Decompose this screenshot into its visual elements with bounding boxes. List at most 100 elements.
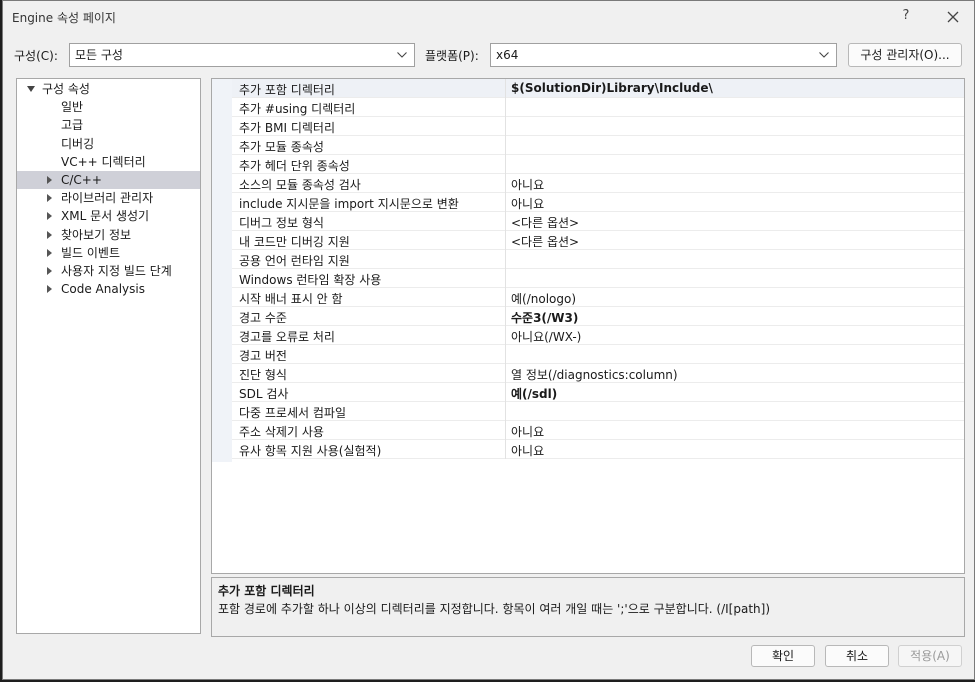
tree-item-라이브러리-관리자[interactable]: 라이브러리 관리자 — [17, 189, 200, 207]
tree-item-빌드-이벤트[interactable]: 빌드 이벤트 — [17, 244, 200, 262]
tree-item-xml-문서-생성기[interactable]: XML 문서 생성기 — [17, 207, 200, 225]
property-value[interactable]: <다른 옵션> — [511, 214, 579, 231]
property-name: 추가 BMI 디렉터리 — [239, 121, 335, 135]
ok-button[interactable]: 확인 — [751, 645, 815, 667]
property-row[interactable]: 주소 삭제기 사용 아니요 — [232, 421, 964, 440]
property-value[interactable]: 아니요 — [511, 195, 544, 212]
collapsed-arrow-icon[interactable] — [47, 212, 52, 221]
property-row[interactable]: 추가 모듈 종속성 — [232, 136, 964, 155]
property-row[interactable]: Windows 런타임 확장 사용 — [232, 269, 964, 288]
property-row[interactable]: 추가 포함 디렉터리 $(SolutionDir)Library\Include\ — [232, 79, 964, 98]
property-name: 경고 수준 — [239, 311, 287, 325]
property-value[interactable]: 예(/nologo) — [511, 290, 576, 307]
property-value[interactable]: 아니요(/WX-) — [511, 328, 581, 345]
column-divider — [505, 421, 506, 440]
column-divider — [505, 231, 506, 250]
property-value[interactable]: 예(/sdl) — [511, 385, 557, 402]
tree-item-구성-속성[interactable]: 구성 속성 — [17, 80, 200, 98]
property-row[interactable]: SDL 검사 예(/sdl) — [232, 383, 964, 402]
property-name: Windows 런타임 확장 사용 — [239, 273, 382, 287]
platform-dropdown[interactable]: x64 — [490, 43, 837, 67]
tree-item-일반[interactable]: 일반 — [17, 98, 200, 116]
column-divider — [505, 269, 506, 288]
column-divider — [505, 174, 506, 193]
property-value[interactable]: <다른 옵션> — [511, 233, 579, 250]
collapsed-arrow-icon[interactable] — [47, 176, 52, 184]
description-title: 추가 포함 디렉터리 — [218, 584, 315, 598]
property-row[interactable]: 내 코드만 디버깅 지원 <다른 옵션> — [232, 231, 964, 250]
column-divider — [505, 345, 506, 364]
property-row[interactable]: 디버그 정보 형식 <다른 옵션> — [232, 212, 964, 231]
collapsed-arrow-icon[interactable] — [47, 230, 52, 239]
tree-item-label: 디버깅 — [61, 136, 95, 151]
property-row[interactable]: 공용 언어 런타임 지원 — [232, 250, 964, 269]
column-divider — [505, 79, 506, 98]
column-divider — [505, 193, 506, 212]
tree-item-label: 빌드 이벤트 — [61, 245, 121, 260]
property-row[interactable]: 경고 수준 수준3(/W3) — [232, 307, 964, 326]
property-row[interactable]: 추가 헤더 단위 종속성 — [232, 155, 964, 174]
property-row[interactable]: 경고 버전 — [232, 345, 964, 364]
description-text: 포함 경로에 추가할 하나 이상의 디렉터리를 지정합니다. 항목이 여러 개일… — [218, 602, 771, 616]
property-name: include 지시문을 import 지시문으로 변환 — [239, 197, 459, 211]
column-divider — [505, 326, 506, 345]
cancel-button[interactable]: 취소 — [825, 645, 889, 667]
property-name: 추가 모듈 종속성 — [239, 140, 324, 154]
grid-gutter — [212, 79, 232, 462]
collapsed-arrow-icon[interactable] — [47, 267, 52, 275]
column-divider — [505, 364, 506, 383]
property-value[interactable]: $(SolutionDir)Library\Include\ — [511, 81, 713, 95]
property-value[interactable]: 열 정보(/diagnostics:column) — [511, 366, 678, 383]
property-grid: 추가 포함 디렉터리 $(SolutionDir)Library\Include\… — [211, 78, 965, 574]
expanded-arrow-icon[interactable] — [27, 86, 35, 92]
config-manager-button[interactable]: 구성 관리자(O)... — [848, 43, 962, 67]
apply-button[interactable]: 적용(A) — [898, 645, 962, 667]
property-row[interactable]: 진단 형식 열 정보(/diagnostics:column) — [232, 364, 964, 383]
tree-item-찾아보기-정보[interactable]: 찾아보기 정보 — [17, 226, 200, 244]
collapsed-arrow-icon[interactable] — [47, 285, 52, 294]
tree-item-label: 일반 — [61, 100, 84, 115]
close-button[interactable] — [938, 5, 968, 29]
property-name: 추가 헤더 단위 종속성 — [239, 159, 350, 173]
property-row[interactable]: 추가 #using 디렉터리 — [232, 98, 964, 117]
property-value[interactable]: 아니요 — [511, 423, 544, 440]
tree-item-label: C/C++ — [61, 173, 102, 187]
property-row[interactable]: include 지시문을 import 지시문으로 변환 아니요 — [232, 193, 964, 212]
property-value[interactable]: 아니요 — [511, 442, 544, 459]
property-name: 디버그 정보 형식 — [239, 216, 324, 230]
platform-dropdown-value: x64 — [496, 48, 519, 62]
property-row[interactable]: 다중 프로세서 컴파일 — [232, 402, 964, 421]
property-name: 다중 프로세서 컴파일 — [239, 406, 346, 420]
property-value[interactable]: 수준3(/W3) — [511, 309, 578, 326]
platform-label: 플랫폼(P): — [425, 49, 479, 63]
tree-item-vc-디렉터리[interactable]: VC++ 디렉터리 — [17, 153, 200, 171]
column-divider — [505, 117, 506, 136]
tree-item-디버깅[interactable]: 디버깅 — [17, 135, 200, 153]
column-divider — [505, 155, 506, 174]
property-tree: 구성 속성일반고급디버깅 VC++ 디렉터리 C/C++ 라이브러리 관리자 XML 문… — [16, 78, 201, 634]
property-row[interactable]: 경고를 오류로 처리 아니요(/WX-) — [232, 326, 964, 345]
collapsed-arrow-icon[interactable] — [47, 194, 52, 203]
tree-item-code-analysis[interactable]: Code Analysis — [17, 280, 200, 298]
tree-item-c-c[interactable]: C/C++ — [17, 171, 200, 189]
tree-item-label: 사용자 지정 빌드 단계 — [61, 264, 172, 278]
property-name: 경고 버전 — [239, 349, 287, 363]
title-bar: Engine 속성 페이지 ? — [3, 1, 974, 33]
collapsed-arrow-icon[interactable] — [47, 248, 52, 257]
tree-item-사용자-지정-빌드-단계[interactable]: 사용자 지정 빌드 단계 — [17, 262, 200, 280]
chevron-down-icon — [397, 52, 407, 58]
property-name: 유사 항목 지원 사용(실험적) — [239, 444, 382, 458]
property-name: 진단 형식 — [239, 368, 287, 382]
property-row[interactable]: 추가 BMI 디렉터리 — [232, 117, 964, 136]
property-row[interactable]: 유사 항목 지원 사용(실험적) 아니요 — [232, 440, 964, 459]
property-row[interactable]: 시작 배너 표시 안 함 예(/nologo) — [232, 288, 964, 307]
column-divider — [505, 288, 506, 307]
property-name: 추가 #using 디렉터리 — [239, 102, 356, 116]
property-row[interactable]: 소스의 모듈 종속성 검사 아니요 — [232, 174, 964, 193]
property-value[interactable]: 아니요 — [511, 176, 544, 193]
property-name: 공용 언어 런타임 지원 — [239, 254, 350, 268]
config-dropdown[interactable]: 모든 구성 — [69, 43, 415, 67]
help-button[interactable]: ? — [893, 5, 919, 29]
tree-item-label: 고급 — [61, 118, 84, 133]
tree-item-고급[interactable]: 고급 — [17, 116, 200, 134]
